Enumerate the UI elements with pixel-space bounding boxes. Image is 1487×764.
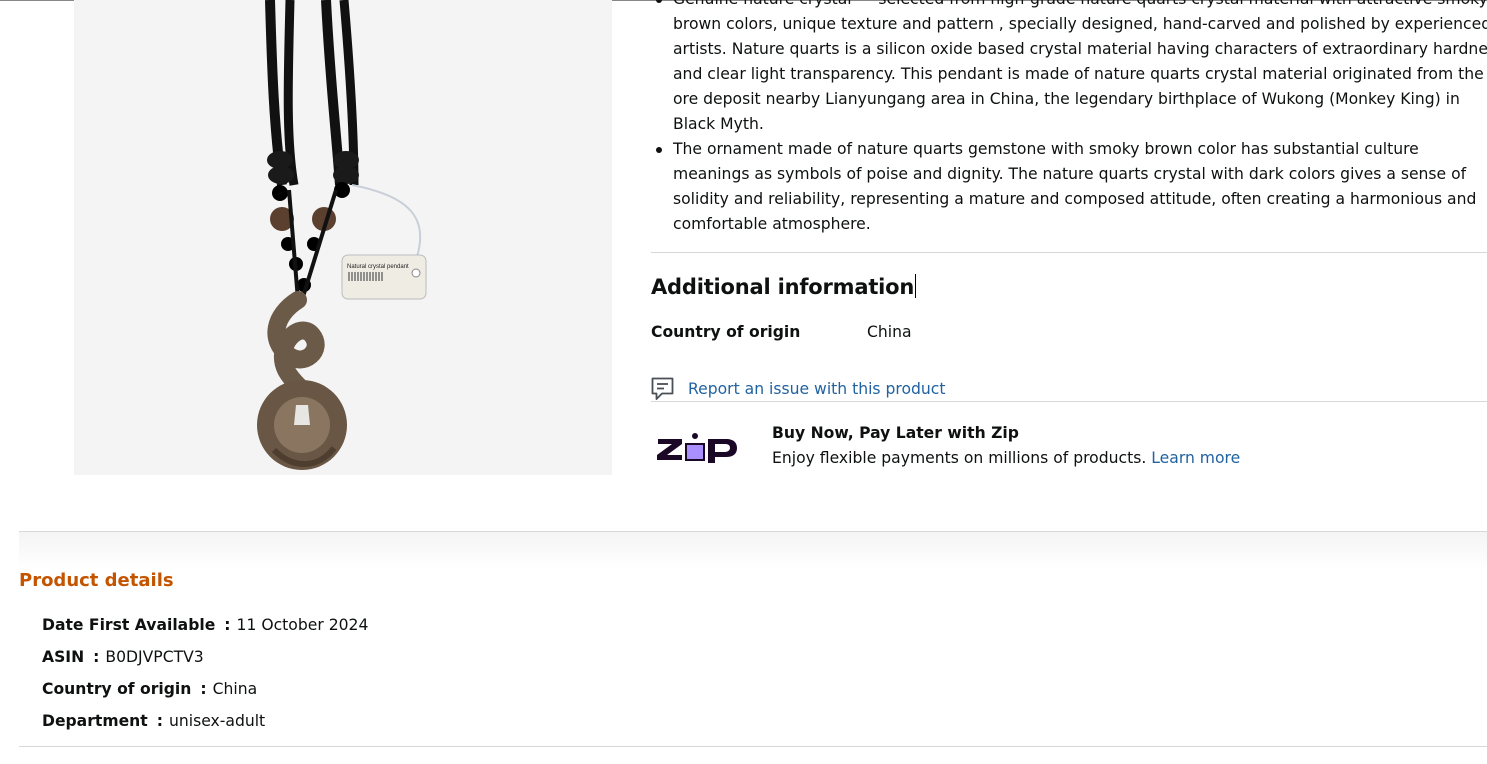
detail-row-date-first-available: Date First Available:11 October 2024 <box>42 612 368 644</box>
feature-bullet: The ornament made of nature quarts gemst… <box>651 137 1487 237</box>
zip-title: Buy Now, Pay Later with Zip <box>772 424 1019 442</box>
report-issue-row[interactable]: Report an issue with this product <box>651 376 946 402</box>
detail-row-asin: ASIN: B0DJVPCTV3 <box>42 644 368 676</box>
divider <box>651 401 1487 402</box>
feedback-icon <box>651 377 674 400</box>
detail-key: Department <box>42 712 148 730</box>
detail-row-department: Department: unisex-adult <box>42 708 368 740</box>
detail-value: 11 October 2024 <box>236 616 369 634</box>
detail-value: unisex-adult <box>168 712 266 730</box>
bullet-line: brown colors, unique texture and pattern… <box>673 15 1487 33</box>
product-details-title: Product details <box>19 570 174 591</box>
learn-more-link[interactable]: Learn more <box>1151 449 1240 467</box>
detail-key: ASIN <box>42 648 85 666</box>
zip-description: Enjoy flexible payments on millions of p… <box>772 449 1240 467</box>
additional-info-title: Additional information <box>651 275 915 299</box>
product-image[interactable]: Natural crystal pendant <box>74 0 612 475</box>
zip-description-text: Enjoy flexible payments on millions of p… <box>772 449 1147 467</box>
bullet-line: Black Myth. <box>673 115 764 133</box>
necklace-illustration: Natural crystal pendant <box>257 0 427 470</box>
detail-separator: : <box>224 616 231 634</box>
tag-text: Natural crystal pendant <box>347 264 409 270</box>
detail-value: China <box>212 680 258 698</box>
detail-value: B0DJVPCTV3 <box>105 648 204 666</box>
report-issue-link[interactable]: Report an issue with this product <box>688 380 946 398</box>
bottom-divider <box>19 746 1487 747</box>
bullet-line: and clear light transparency. This penda… <box>673 65 1484 83</box>
bullet-line: meanings as symbols of poise and dignity… <box>673 165 1467 183</box>
bullet-line: ore deposit nearby Lianyungang area in C… <box>673 90 1460 108</box>
detail-separator: : <box>156 712 163 730</box>
product-details-list: Date First Available:11 October 2024 ASI… <box>42 612 368 740</box>
info-label-country-of-origin: Country of origin <box>651 323 801 341</box>
detail-separator: : <box>93 648 100 666</box>
bullet-line: The ornament made of nature quarts gemst… <box>673 140 1419 158</box>
detail-key: Country of origin <box>42 680 192 698</box>
detail-row-country-of-origin: Country of origin: China <box>42 676 368 708</box>
bullet-dot <box>656 0 662 3</box>
bullet-line: Genuine nature crystal --- selected from… <box>673 0 1487 12</box>
section-shadow <box>19 532 1487 570</box>
zip-logo <box>657 433 737 463</box>
bullet-line: solidity and reliability, representing a… <box>673 190 1477 208</box>
detail-separator: : <box>200 680 207 698</box>
bullet-line: comfortable atmosphere. <box>673 215 871 233</box>
feature-bullets: Genuine nature crystal --- selected from… <box>651 0 1487 237</box>
feature-bullet: Genuine nature crystal --- selected from… <box>651 0 1487 137</box>
bullet-dot <box>656 147 662 153</box>
bullet-line: artists. Nature quarts is a silicon oxid… <box>673 40 1487 58</box>
info-value-country-of-origin: China <box>867 323 912 341</box>
detail-key: Date First Available <box>42 616 216 634</box>
text-cursor <box>915 274 917 298</box>
additional-info-heading: Additional information <box>651 274 917 299</box>
divider <box>651 252 1487 253</box>
